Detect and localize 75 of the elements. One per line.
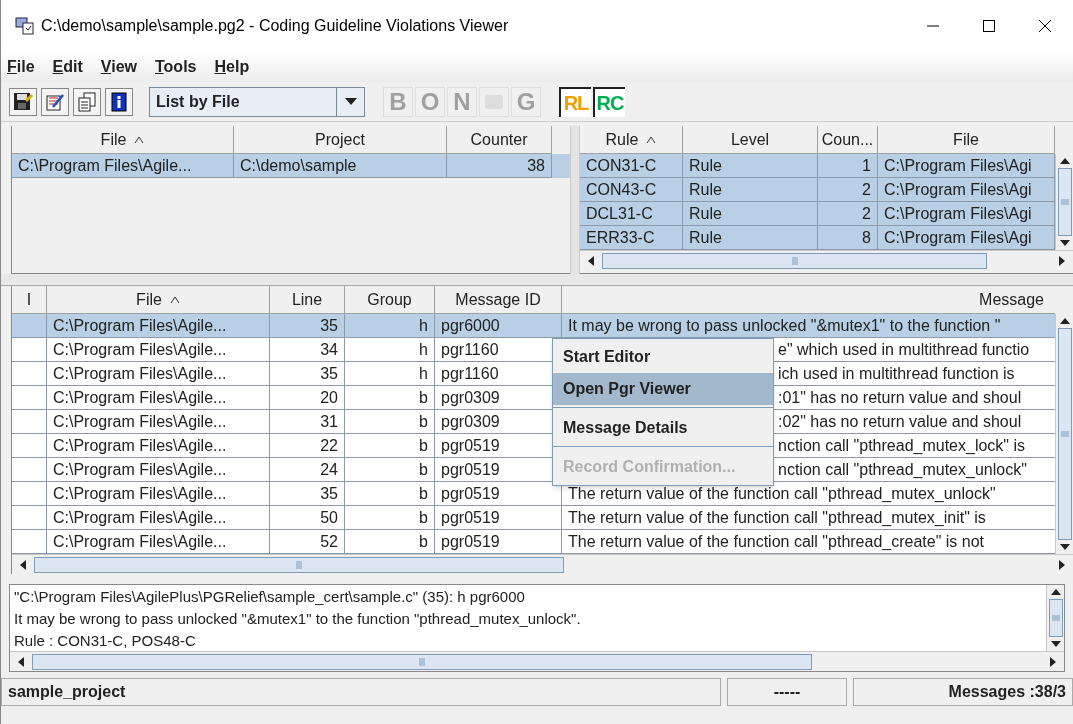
scrollbar-thumb[interactable] <box>602 252 987 269</box>
column-header[interactable]: File <box>12 126 234 154</box>
table-row[interactable]: C:\Program Files\Agile... 35 b pgr0519 The return value of the function call "pthread_mutex_unlock" <box>12 482 1055 506</box>
scroll-right-icon[interactable] <box>1059 255 1065 266</box>
scrollbar-thumb[interactable] <box>1057 328 1072 540</box>
scroll-left-icon[interactable] <box>588 255 594 266</box>
scroll-right-icon[interactable] <box>1050 656 1056 667</box>
scrollbar-thumb[interactable] <box>32 653 812 670</box>
scroll-up-icon[interactable] <box>1050 589 1061 595</box>
table-row[interactable]: C:\Program Files\Agile... 50 b pgr0519 The return value of the function call "pthread_mutex_init" is <box>12 506 1055 530</box>
scroll-up-icon[interactable] <box>1059 158 1070 164</box>
horizontal-scrollbar[interactable] <box>580 250 1073 270</box>
table-cell: C:\Program Files\Agile... <box>12 154 234 178</box>
table-row[interactable]: DCL31-C Rule 2 C:\Program Files\Agi <box>580 202 1055 226</box>
table-row[interactable]: ERR33-C Rule 8 C:\Program Files\Agi <box>580 226 1055 250</box>
scroll-right-icon[interactable] <box>1059 559 1065 570</box>
info-icon <box>109 91 129 112</box>
column-header[interactable]: I <box>12 286 47 314</box>
info-tool-button[interactable] <box>105 87 133 116</box>
column-header[interactable]: Counter <box>447 126 552 154</box>
column-header[interactable]: Message ID <box>435 286 562 314</box>
detail-line: Rule : CON31-C, POS48-C <box>14 631 197 651</box>
menu-item[interactable]: File <box>7 55 35 79</box>
app-icon <box>15 17 35 35</box>
table-row[interactable]: C:\Program Files\Agile... C:\demo\sample 38 <box>12 154 570 178</box>
horizontal-scrollbar[interactable] <box>12 554 1073 574</box>
column-header[interactable]: Group <box>345 286 435 314</box>
sort-ascending-icon <box>646 135 657 144</box>
sort-ascending-icon <box>134 135 145 144</box>
table-cell: C:\demo\sample <box>234 154 447 178</box>
vertical-scrollbar[interactable] <box>1055 314 1073 554</box>
column-header[interactable]: Coun... <box>818 126 878 154</box>
status-field: sample_project <box>1 678 721 706</box>
maximize-icon <box>983 20 995 32</box>
save-tool-button[interactable] <box>9 87 37 116</box>
scroll-down-icon[interactable] <box>1059 240 1070 246</box>
detail-line: "C:\Program Files\AgilePlus\PGRelief\sample_cert\sample.c" (35): h pgr6000 <box>14 587 526 607</box>
scroll-up-icon[interactable] <box>1059 318 1070 324</box>
menu-item[interactable]: Edit <box>52 55 83 79</box>
table-cell: 38 <box>447 154 552 178</box>
window-title: C:\demo\sample\sample.pg2 - Coding Guideline Violations Viewer <box>41 16 509 36</box>
dropdown-arrow-icon <box>344 98 357 105</box>
column-header[interactable]: Rule <box>580 126 683 154</box>
scroll-down-icon[interactable] <box>1059 544 1070 550</box>
scrollbar-thumb[interactable] <box>1048 599 1063 637</box>
scrollbar-thumb[interactable] <box>1057 168 1072 236</box>
status-field: Messages :38/3 <box>853 678 1073 706</box>
scroll-down-icon[interactable] <box>1050 641 1061 647</box>
menu-item[interactable]: Help <box>214 55 250 79</box>
table-row[interactable]: CON43-C Rule 2 C:\Program Files\Agi <box>580 178 1055 202</box>
context-menu-item[interactable]: Open Pgr Viewer <box>553 373 773 405</box>
vertical-scrollbar[interactable] <box>1055 154 1073 250</box>
documents-icon <box>77 91 97 112</box>
scroll-left-icon[interactable] <box>18 656 24 667</box>
menu-item[interactable]: View <box>100 55 137 79</box>
menu-item[interactable]: Tools <box>155 55 197 79</box>
table-row[interactable]: C:\Program Files\Agile... 52 b pgr0519 The return value of the function call "pthread_create" is not <box>12 530 1055 554</box>
scrollbar-thumb[interactable] <box>34 556 564 573</box>
table-row[interactable]: CON31-C Rule 1 C:\Program Files\Agi <box>580 154 1055 178</box>
status-field: ----- <box>727 678 847 706</box>
vertical-scrollbar[interactable] <box>1046 585 1064 651</box>
column-header[interactable]: Line <box>270 286 345 314</box>
column-header[interactable]: Project <box>234 126 447 154</box>
minimize-icon <box>927 25 939 27</box>
column-header[interactable]: File <box>47 286 270 314</box>
column-header[interactable]: Level <box>683 126 818 154</box>
sort-ascending-icon <box>169 295 180 304</box>
column-header[interactable]: File <box>878 126 1055 154</box>
scroll-left-icon[interactable] <box>20 559 26 570</box>
horizontal-scrollbar[interactable] <box>10 651 1064 671</box>
close-icon <box>1039 20 1051 32</box>
edit-tool-button[interactable] <box>41 87 69 116</box>
detail-line: It may be wrong to pass unlocked "&mutex1" to the function "pthread_mutex_unlock". <box>14 609 582 629</box>
table-row[interactable]: C:\Program Files\Agile... 35 h pgr6000 It may be wrong to pass unlocked "&mutex1" to the function " <box>12 314 1055 338</box>
view-select[interactable]: List by File <box>149 86 365 117</box>
